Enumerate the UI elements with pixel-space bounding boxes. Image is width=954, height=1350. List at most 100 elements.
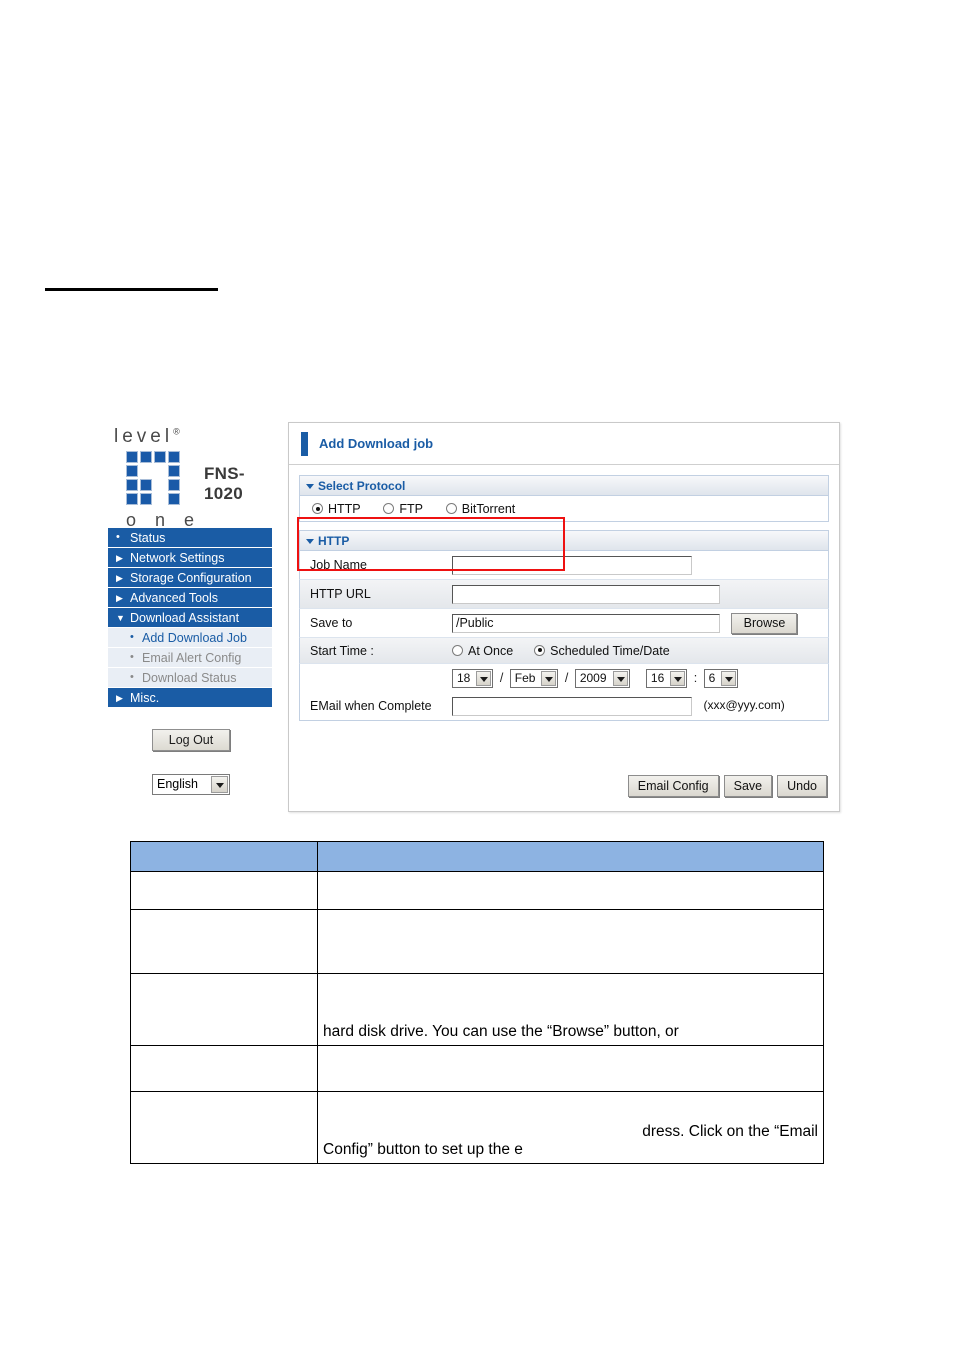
sidebar-subitem-email-alert-config[interactable]: • Email Alert Config: [108, 648, 272, 668]
radio-at-once[interactable]: At Once: [452, 644, 513, 658]
device-model-label: FNS-1020: [204, 464, 245, 503]
http-url-label: HTTP URL: [310, 587, 371, 601]
sidebar-nav: • Status ▶ Network Settings ▶ Storage Co…: [108, 528, 272, 708]
chevron-right-icon: ▶: [116, 553, 123, 563]
table-header-cell-description: [317, 841, 824, 872]
chevron-down-icon: ▼: [116, 613, 125, 623]
select-protocol-header-label: Select Protocol: [318, 479, 406, 493]
bullet-dot-icon: •: [130, 651, 134, 663]
table-row: [130, 871, 824, 910]
email-when-complete-input[interactable]: [452, 696, 692, 716]
table-cell-description: dress. Click on the “Email Config” butto…: [317, 1091, 824, 1164]
sidebar-item-advanced-tools[interactable]: ▶ Advanced Tools: [108, 588, 272, 608]
chevron-down-icon: [541, 670, 557, 686]
page-title: Add Download job: [319, 436, 434, 451]
sidebar-item-label: Storage Configuration: [130, 571, 252, 585]
chevron-down-icon: [612, 670, 628, 686]
ui-left-column: level® o n e FNS-1020 • Status ▶ Network…: [100, 422, 278, 812]
hour-select[interactable]: 16: [645, 668, 688, 688]
chevron-right-icon: ▶: [116, 593, 123, 603]
hour-select-value: 16: [650, 670, 665, 685]
http-section-header[interactable]: HTTP: [299, 530, 829, 551]
date-separator: /: [499, 671, 504, 686]
content-panel: Add Download job Select Protocol HTTP FT…: [288, 422, 840, 812]
email-config-button[interactable]: Email Config: [627, 775, 719, 797]
table-cell-description: [317, 909, 824, 974]
save-button[interactable]: Save: [723, 775, 773, 797]
bullet-dot-icon: •: [130, 631, 134, 643]
table-cell-description-line1: dress. Click on the “Email: [642, 1123, 818, 1140]
job-name-input[interactable]: [452, 555, 692, 575]
minute-select-value: 6: [708, 670, 716, 685]
panel-title-bar: Add Download job: [289, 423, 839, 465]
logo-glyph-grid: [126, 451, 184, 509]
radio-ftp-icon: [383, 503, 395, 514]
day-select[interactable]: 18: [452, 668, 494, 688]
sidebar-item-storage-configuration[interactable]: ▶ Storage Configuration: [108, 568, 272, 588]
radio-bittorrent-label: BitTorrent: [461, 502, 516, 516]
table-cell-description: [317, 871, 824, 910]
time-separator: :: [693, 671, 698, 686]
row-http-url: HTTP URL: [299, 580, 829, 609]
sidebar-item-label: Advanced Tools: [130, 591, 219, 605]
radio-http-icon: [312, 503, 323, 514]
radio-ftp[interactable]: FTP: [383, 502, 423, 516]
date-separator: /: [564, 671, 569, 686]
select-protocol-section-header[interactable]: Select Protocol: [299, 475, 829, 496]
table-cell-description: [317, 1045, 824, 1092]
radio-at-once-icon: [452, 644, 463, 656]
chevron-down-icon: [721, 670, 737, 686]
sidebar-item-label: Status: [130, 531, 166, 545]
radio-scheduled-icon: [534, 644, 546, 656]
logout-button[interactable]: Log Out: [152, 729, 230, 751]
sidebar-subitem-label: Email Alert Config: [142, 651, 242, 665]
panel-button-bar: Email Config Save Undo: [627, 775, 827, 797]
bullet-dot-icon: •: [130, 671, 134, 683]
sidebar-item-network-settings[interactable]: ▶ Network Settings: [108, 548, 272, 568]
sidebar-item-label: Download Assistant: [130, 611, 240, 625]
undo-button[interactable]: Undo: [777, 775, 827, 797]
sidebar-subitem-add-download-job[interactable]: • Add Download Job: [108, 628, 272, 648]
radio-bittorrent-icon: [445, 503, 457, 514]
bullet-dot-icon: •: [116, 531, 120, 543]
radio-scheduled[interactable]: Scheduled Time/Date: [534, 644, 670, 658]
sidebar-subitem-label: Download Status: [142, 671, 237, 685]
sidebar-item-label: Misc.: [130, 691, 160, 705]
http-section-header-label: HTTP: [318, 534, 350, 548]
year-select[interactable]: 2009: [574, 668, 630, 688]
panel-accent-bar: [301, 432, 308, 456]
sidebar-item-label: Network Settings: [130, 551, 225, 565]
http-url-input[interactable]: [452, 584, 720, 604]
radio-bittorrent[interactable]: BitTorrent: [445, 502, 516, 516]
table-cell-field: [130, 1091, 318, 1164]
chevron-down-icon: [476, 670, 492, 686]
radio-http[interactable]: HTTP: [312, 502, 360, 516]
radio-ftp-label: FTP: [399, 502, 423, 516]
sidebar-item-status[interactable]: • Status: [108, 528, 272, 548]
chevron-right-icon: ▶: [116, 573, 123, 583]
minute-select[interactable]: 6: [703, 668, 739, 688]
year-select-value: 2009: [579, 670, 607, 685]
sidebar-item-misc[interactable]: ▶ Misc.: [108, 688, 272, 708]
caret-down-icon: [306, 539, 314, 544]
section-underline: [45, 288, 218, 291]
row-schedule-selects: 18 / Feb / 2009 16 : 6: [299, 664, 829, 692]
month-select[interactable]: Feb: [509, 668, 559, 688]
day-select-value: 18: [457, 670, 471, 685]
save-to-input[interactable]: /Public: [452, 613, 720, 633]
table-header-cell-field: [130, 841, 318, 872]
sidebar-subitem-download-status[interactable]: • Download Status: [108, 668, 272, 688]
table-cell-description: hard disk drive. You can use the “Browse…: [317, 973, 824, 1046]
chevron-right-icon: ▶: [116, 693, 123, 703]
language-select-value: English: [157, 777, 198, 791]
chevron-down-icon: [670, 670, 686, 686]
browse-button[interactable]: Browse: [731, 612, 798, 634]
save-to-label: Save to: [310, 616, 353, 630]
language-select[interactable]: English: [152, 774, 230, 795]
sidebar-item-download-assistant[interactable]: ▼ Download Assistant: [108, 608, 272, 628]
table-row: [130, 1045, 824, 1092]
row-job-name: Job Name: [299, 551, 829, 580]
caret-down-icon: [306, 484, 314, 489]
row-email-when-complete: EMail when Complete (xxx@yyy.com): [299, 692, 829, 721]
table-cell-field: [130, 973, 318, 1046]
